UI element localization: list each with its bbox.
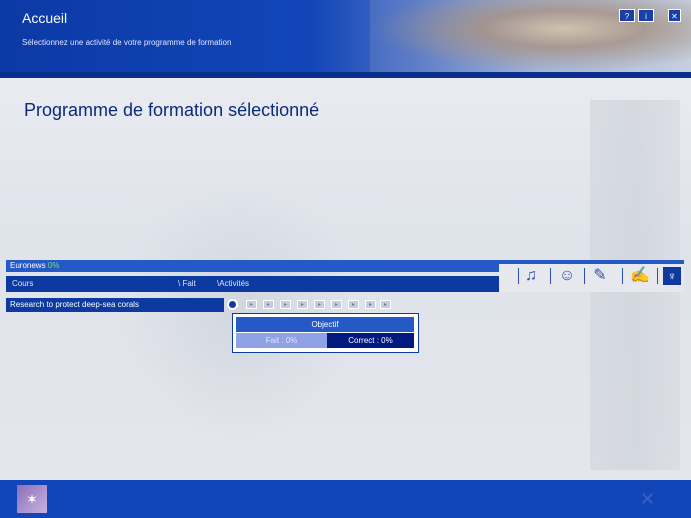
info-button[interactable]: i <box>638 9 654 22</box>
column-activites: \Activités <box>217 279 250 288</box>
toolbar-separator <box>550 268 551 284</box>
toolbar-separator <box>657 268 658 284</box>
column-fait-text: Fait <box>182 279 196 288</box>
activity-step[interactable]: ▸ <box>263 300 274 309</box>
read-write-icon[interactable]: ✎ <box>591 266 609 286</box>
toolbar-separator <box>518 268 519 284</box>
footer-bar <box>0 480 691 518</box>
columns-bar <box>6 276 499 292</box>
toolbar-separator <box>622 268 623 284</box>
activity-step[interactable]: ▸ <box>297 300 308 309</box>
activity-step[interactable]: ▸ <box>380 300 391 309</box>
header-bar <box>0 0 691 72</box>
program-progress: 0% <box>47 261 60 270</box>
logo-icon[interactable]: ✶ <box>17 485 47 513</box>
header-subtitle: Sélectionnez une activité de votre progr… <box>22 38 232 47</box>
activity-start-dot[interactable] <box>227 299 238 310</box>
vocabulary-icon[interactable]: ✍ <box>630 266 650 286</box>
activity-step[interactable]: ▸ <box>348 300 359 309</box>
column-cours: Cours <box>12 279 34 288</box>
help-button[interactable]: ? <box>619 9 635 22</box>
course-label[interactable]: Research to protect deep-sea corals <box>10 300 139 309</box>
selected-icon[interactable]: ♆ <box>663 267 681 285</box>
column-activites-text: Activités <box>219 279 250 288</box>
activity-step[interactable]: ▸ <box>246 300 257 309</box>
listen-icon[interactable]: ♫ <box>522 266 540 286</box>
footer-close-icon[interactable]: ✕ <box>640 489 655 510</box>
program-name[interactable]: Euronews 0% <box>10 261 59 270</box>
objective-correct: Correct : 0% <box>327 333 414 348</box>
page-title: Programme de formation sélectionné <box>24 100 320 120</box>
objective-title: Objectif <box>236 317 414 332</box>
close-button[interactable]: ✕ <box>668 9 681 22</box>
objective-done: Fait : 0% <box>236 333 327 348</box>
program-name-text: Euronews <box>10 261 46 270</box>
activity-step[interactable]: ▸ <box>314 300 325 309</box>
activity-step[interactable]: ▸ <box>331 300 342 309</box>
column-fait: \ Fait <box>178 279 196 288</box>
activity-step[interactable]: ▸ <box>365 300 376 309</box>
speak-icon[interactable]: ☺ <box>558 266 576 286</box>
toolbar-separator <box>584 268 585 284</box>
activity-step[interactable]: ▸ <box>280 300 291 309</box>
page-heading: Accueil <box>22 10 68 26</box>
